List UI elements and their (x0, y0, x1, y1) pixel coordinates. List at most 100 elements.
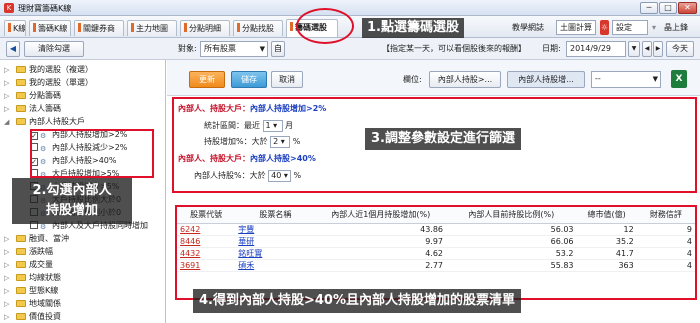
tree-folder-item[interactable]: ▷ 型態K線 (4, 285, 58, 297)
step3-callout: 3.調整參數設定進行篩選 (365, 128, 521, 150)
minimize-button[interactable]: ─ (640, 2, 658, 14)
expand-icon[interactable]: ▷ (4, 233, 9, 245)
tab-label: K線 (13, 24, 26, 33)
tab-single-chart[interactable]: 土圖計算 (556, 20, 596, 35)
dropdown-arrow-icon[interactable]: ▾ (652, 20, 656, 35)
tab-6[interactable]: 分點找股 (233, 20, 283, 36)
highlight-circle (296, 8, 354, 44)
window-title: 理財寶籌碼K線 (18, 4, 72, 13)
folder-icon (16, 92, 26, 99)
table-row[interactable]: 6242 宇豐 43.86 56.03 12 9 (177, 223, 695, 236)
tree-item-label: 成交量 (29, 260, 53, 269)
tab-marker-icon (8, 23, 11, 32)
tab-4[interactable]: 主力地圖 (127, 20, 177, 36)
folder-icon (16, 300, 26, 307)
save-button[interactable]: 儲存 (231, 71, 267, 88)
expand-icon[interactable]: ▷ (4, 64, 9, 76)
expand-icon[interactable]: ▷ (4, 246, 9, 258)
stock-name-cell[interactable]: 宇豐 (235, 223, 316, 236)
stock-code-link[interactable]: 8446 (180, 237, 200, 246)
expand-icon[interactable]: ▷ (4, 285, 9, 297)
column-chip-1[interactable]: 內部人持股>... (429, 71, 501, 88)
notify-icon[interactable]: ☼ (600, 20, 609, 35)
expand-icon[interactable]: ▷ (4, 259, 9, 271)
tree-folder-item[interactable]: ▷ 法人籌碼 (4, 103, 61, 115)
date-input[interactable]: 2014/9/29 (566, 41, 626, 57)
tree-folder-item[interactable]: ◢ 內部人持股大戶 (4, 116, 85, 128)
tree-folder-item[interactable]: ▷ 成交量 (4, 259, 53, 271)
maximize-button[interactable]: □ (659, 2, 677, 14)
stock-name-cell[interactable]: 華研 (235, 235, 316, 248)
tree-item-label: 均線狀態 (29, 273, 61, 282)
stock-code-cell[interactable]: 8446 (177, 235, 236, 248)
hold-select[interactable]: 40 ▾ (268, 170, 291, 182)
value-cell: 4.62 (315, 247, 447, 260)
period-select[interactable]: 1 ▾ (262, 120, 283, 132)
folder-icon (16, 274, 26, 281)
column-label: 欄位: (403, 75, 422, 84)
column-select[interactable]: -- ▼ (591, 71, 661, 88)
date-label: 日期: (542, 44, 561, 53)
column-header[interactable]: 財務信評 (636, 207, 695, 224)
stock-code-link[interactable]: 4432 (180, 249, 200, 258)
tree-folder-item[interactable]: ▷ 分點籌碼 (4, 90, 61, 102)
increase-select[interactable]: 2 ▾ (270, 136, 291, 148)
today-button[interactable]: 今天 (666, 41, 694, 57)
update-button[interactable]: 更新 (189, 71, 225, 88)
clear-selection-button[interactable]: 清除勾選 (24, 41, 84, 57)
tab-5[interactable]: 分點明細 (180, 20, 230, 36)
stock-code-cell[interactable]: 4432 (177, 247, 236, 260)
column-header[interactable]: 股票名稱 (235, 207, 316, 224)
period-row: 統計區間：最近 1 ▾ 月 (204, 120, 294, 132)
calendar-dropdown-icon[interactable]: ▼ (628, 41, 640, 57)
tab-2[interactable]: 籌碼K線 (29, 20, 71, 36)
tree-item-label: 漲跌幅 (29, 247, 53, 256)
tab-teaching-blog[interactable]: 教學網誌 (512, 20, 544, 35)
tree-folder-item[interactable]: ▷ 我的選股（單選） (4, 77, 93, 89)
folder-icon (16, 105, 26, 112)
collapse-icon[interactable]: ◢ (4, 116, 9, 128)
tree-folder-item[interactable]: ▷ 漲跌幅 (4, 246, 53, 258)
tree-folder-item[interactable]: ▷ 融資、當沖 (4, 233, 69, 245)
user-name[interactable]: 晶上鋒 (664, 20, 688, 35)
target-select[interactable]: 所有股票 ▼ (200, 41, 268, 57)
tab-3[interactable]: 關鍵券商 (74, 20, 124, 36)
expand-icon[interactable]: ▷ (4, 272, 9, 284)
table-row[interactable]: 4432 銘旺實 4.62 53.2 41.7 4 (177, 247, 695, 260)
table-row[interactable]: 3691 碩禾 2.77 55.83 363 4 (177, 259, 695, 272)
excel-export-icon[interactable]: X (671, 70, 687, 88)
tree-folder-item[interactable]: ▷ 均線狀態 (4, 272, 61, 284)
tab-1[interactable]: K線 (4, 20, 26, 36)
tree-folder-item[interactable]: ▷ 我的選股（複選） (4, 64, 93, 76)
tree-folder-item[interactable]: ▷ 地域關係 (4, 298, 61, 310)
back-arrow-icon[interactable]: ◀ (6, 41, 20, 57)
stock-name-cell[interactable]: 碩禾 (235, 259, 316, 272)
expand-icon[interactable]: ▷ (4, 103, 9, 115)
next-date-icon[interactable]: ▶ (653, 41, 663, 57)
column-header[interactable]: 總市值(億) (576, 207, 637, 224)
tree-folder-item[interactable]: ▷ 價值投資 (4, 311, 61, 323)
column-chip-2[interactable]: 內部人持股增... (507, 71, 585, 88)
close-button[interactable]: ✕ (678, 2, 697, 14)
column-header[interactable]: 股票代號 (177, 207, 236, 224)
self-button[interactable]: 自 (271, 41, 285, 57)
expand-icon[interactable]: ▷ (4, 90, 9, 102)
column-header[interactable]: 內部人目前持股比例(%) (446, 207, 577, 224)
stock-code-cell[interactable]: 6242 (177, 223, 236, 236)
expand-icon[interactable]: ▷ (4, 77, 9, 89)
settings-dropdown[interactable]: 設定 (612, 20, 648, 35)
stock-code-link[interactable]: 3691 (180, 261, 200, 270)
expand-icon[interactable]: ▷ (4, 311, 9, 323)
value-cell: 41.7 (576, 247, 637, 260)
stock-name-cell[interactable]: 銘旺實 (235, 247, 316, 260)
table-row[interactable]: 8446 華研 9.97 66.06 35.2 4 (177, 235, 695, 248)
column-header[interactable]: 內部人近1個月持股增加(%) (315, 207, 447, 224)
expand-icon[interactable]: ▷ (4, 298, 9, 310)
app-icon: K (4, 3, 14, 13)
folder-icon (16, 235, 26, 242)
cancel-button[interactable]: 取消 (271, 71, 303, 88)
prev-date-icon[interactable]: ◀ (642, 41, 652, 57)
tab-marker-icon (237, 23, 240, 32)
stock-code-link[interactable]: 6242 (180, 225, 200, 234)
stock-code-cell[interactable]: 3691 (177, 259, 236, 272)
